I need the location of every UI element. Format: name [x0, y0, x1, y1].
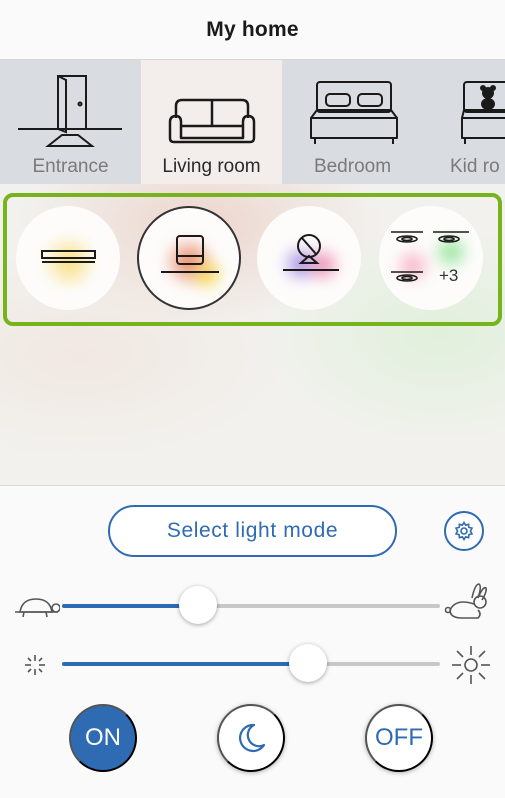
- room-tab-kid-room[interactable]: Kid ro: [423, 60, 505, 184]
- speed-slider[interactable]: [62, 586, 440, 624]
- room-tabs: Entrance Living room Bedroom Kid ro: [0, 60, 505, 184]
- title-bar: My home: [0, 0, 505, 60]
- sofa-icon: [168, 98, 256, 144]
- dim-sun-icon: [25, 655, 45, 675]
- vanity-mirror-icon: [283, 234, 339, 271]
- rabbit-icon: [444, 583, 487, 619]
- room-tab-entrance[interactable]: Entrance: [0, 60, 141, 184]
- off-button[interactable]: OFF: [365, 704, 433, 772]
- door-icon: [18, 75, 122, 147]
- page-title: My home: [206, 17, 299, 41]
- on-button[interactable]: ON: [69, 704, 137, 772]
- speed-slider-thumb[interactable]: [179, 586, 218, 624]
- scene-button-spotlights[interactable]: +3: [379, 206, 483, 310]
- armchair-lamp-icon: [161, 235, 219, 273]
- teddy-bear-icon: [461, 81, 505, 144]
- settings-button[interactable]: [444, 511, 484, 551]
- gear-icon: [454, 521, 474, 541]
- brightness-slider-fill: [62, 662, 308, 666]
- room-tab-bedroom[interactable]: Bedroom: [282, 60, 423, 184]
- room-label: Entrance: [32, 156, 109, 177]
- scene-button-mirror[interactable]: [257, 206, 361, 310]
- scene-button-armchair[interactable]: [137, 206, 241, 310]
- turtle-icon: [15, 598, 60, 618]
- ceiling-light-icon: [41, 250, 96, 263]
- room-tab-living-room[interactable]: Living room: [141, 60, 282, 184]
- moon-icon: [239, 723, 266, 752]
- bright-sun-icon: [452, 646, 490, 684]
- brightness-slider[interactable]: [62, 644, 440, 682]
- night-mode-button[interactable]: [217, 704, 285, 772]
- bed-icon: [310, 81, 398, 144]
- speed-slider-fill: [62, 604, 199, 608]
- brightness-slider-thumb[interactable]: [288, 644, 327, 682]
- spotlights-group-icon: [391, 231, 469, 282]
- room-label: Kid ro: [450, 156, 500, 177]
- room-label: Bedroom: [313, 156, 392, 177]
- scene-button-ceiling-light[interactable]: [16, 206, 120, 310]
- room-label: Living room: [162, 156, 261, 177]
- select-light-mode-button[interactable]: Select light mode: [108, 505, 397, 557]
- extra-scenes-count: +3: [439, 266, 459, 285]
